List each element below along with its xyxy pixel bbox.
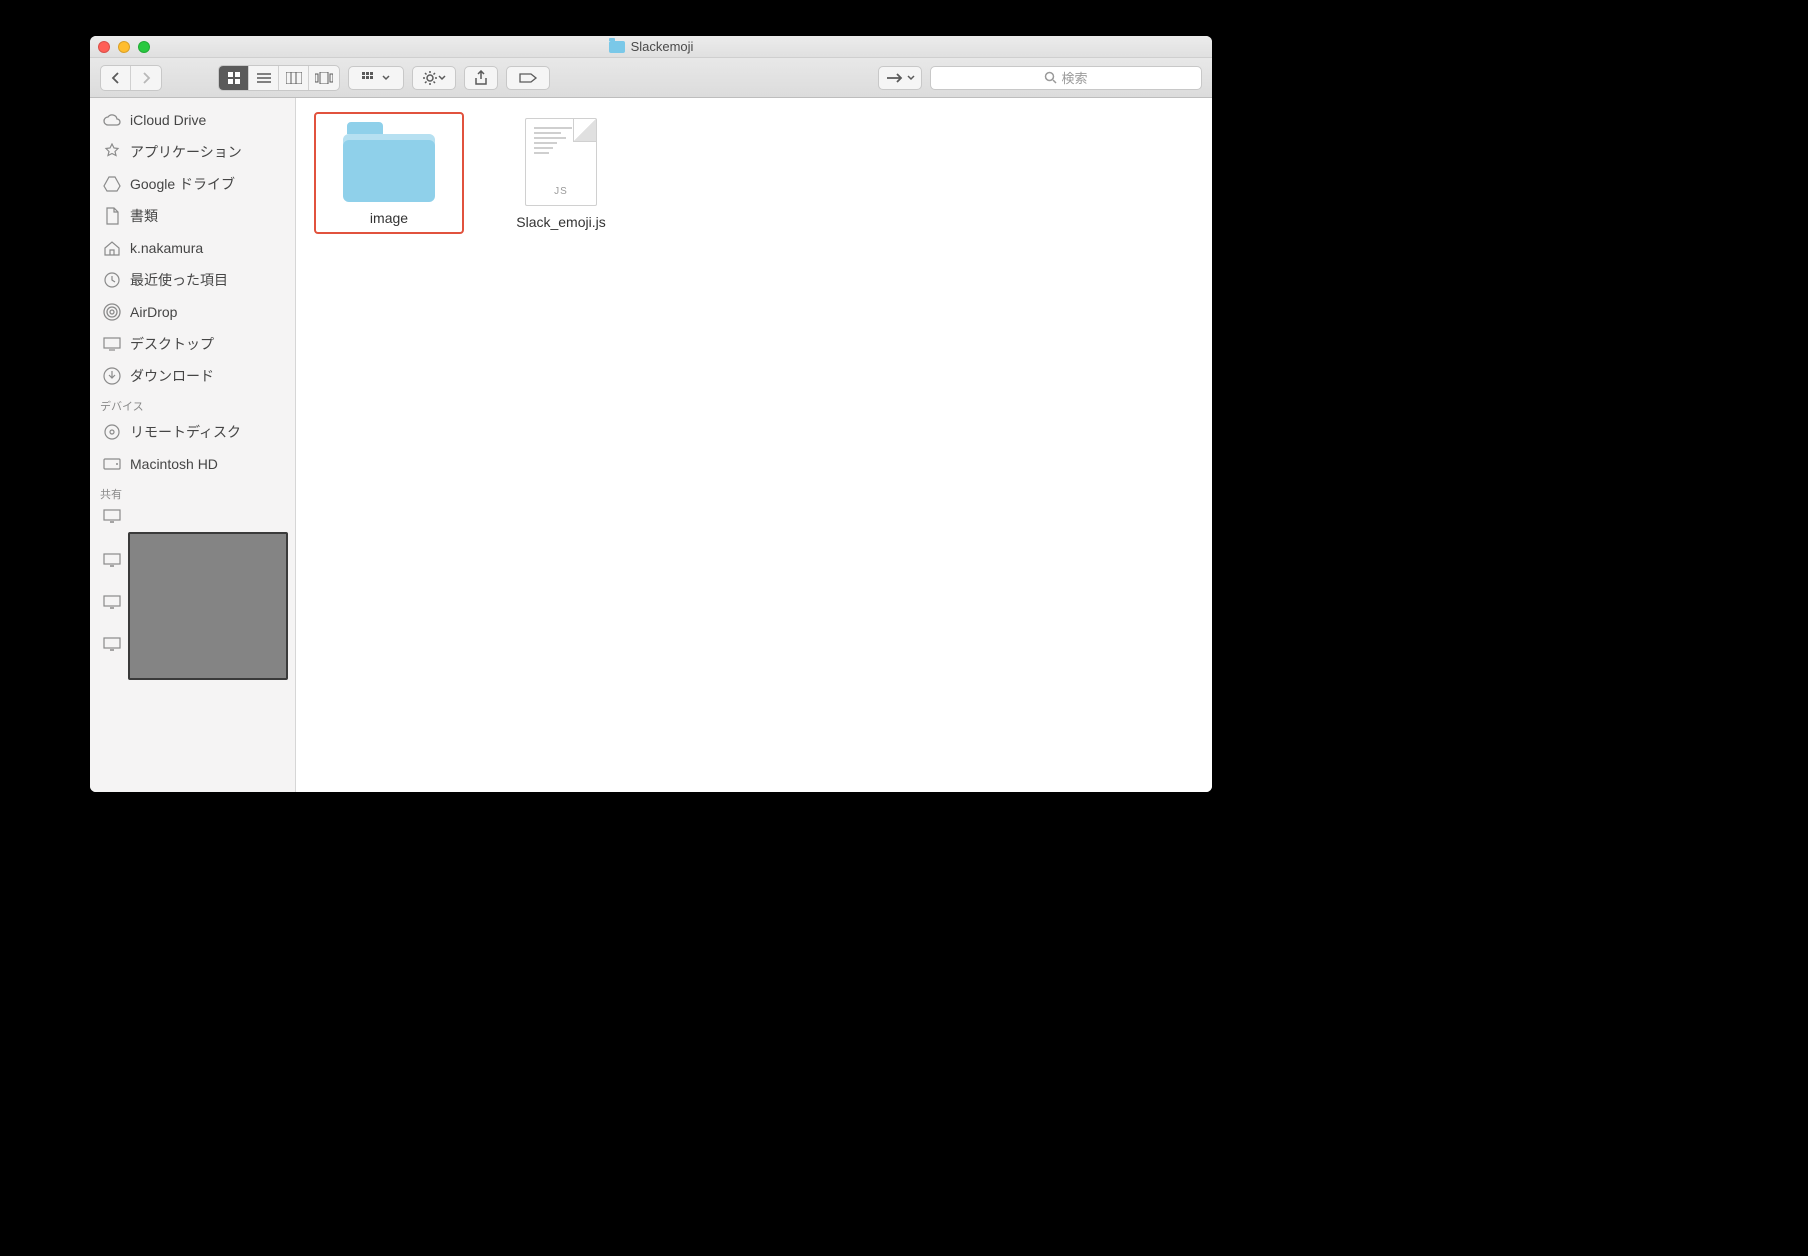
sidebar-shared-item[interactable]: [90, 548, 295, 572]
sidebar-header-devices: デバイス: [90, 392, 295, 416]
window-title: Slackemoji: [631, 39, 694, 54]
dropbox-button[interactable]: [878, 66, 922, 90]
sidebar-label: デスクトップ: [130, 334, 214, 354]
sidebar: iCloud Drive アプリケーション Google ドライブ 書類 k.n…: [90, 98, 296, 792]
sidebar-label: 書類: [130, 206, 158, 226]
sidebar-item-remote-disc[interactable]: リモートディスク: [90, 416, 295, 448]
forward-button[interactable]: [131, 66, 161, 90]
sidebar-label: 最近使った項目: [130, 270, 228, 290]
folder-item[interactable]: image: [314, 112, 464, 234]
download-icon: [102, 366, 122, 386]
search-field[interactable]: 検索: [930, 66, 1202, 90]
icon-view-button[interactable]: [219, 66, 249, 90]
column-view-button[interactable]: [279, 66, 309, 90]
js-file-icon: JS: [525, 118, 597, 206]
sidebar-label: Google ドライブ: [130, 174, 235, 194]
sidebar-item-desktop[interactable]: デスクトップ: [90, 328, 295, 360]
sidebar-item-applications[interactable]: アプリケーション: [90, 136, 295, 168]
body: iCloud Drive アプリケーション Google ドライブ 書類 k.n…: [90, 98, 1212, 792]
monitor-icon: [102, 506, 122, 526]
file-item[interactable]: JS Slack_emoji.js: [486, 112, 636, 236]
clock-icon: [102, 270, 122, 290]
airdrop-icon: [102, 302, 122, 322]
doc-icon: [102, 206, 122, 226]
gear-icon: [422, 70, 438, 86]
sidebar-label: k.nakamura: [130, 240, 203, 256]
back-button[interactable]: [101, 66, 131, 90]
chevron-down-icon: [382, 75, 390, 81]
titlebar[interactable]: Slackemoji: [90, 36, 1212, 58]
sidebar-shared-item[interactable]: [90, 504, 295, 528]
sidebar-item-macintosh-hd[interactable]: Macintosh HD: [90, 448, 295, 480]
folder-icon: [343, 134, 435, 202]
apps-icon: [102, 142, 122, 162]
title-center: Slackemoji: [90, 39, 1212, 54]
sidebar-label: ダウンロード: [130, 366, 214, 386]
sidebar-label: Macintosh HD: [130, 456, 218, 472]
sidebar-label: リモートディスク: [130, 422, 241, 442]
disc-icon: [102, 422, 122, 442]
sidebar-item-home[interactable]: k.nakamura: [90, 232, 295, 264]
sidebar-item-icloud[interactable]: iCloud Drive: [90, 104, 295, 136]
home-icon: [102, 238, 122, 258]
sidebar-item-recents[interactable]: 最近使った項目: [90, 264, 295, 296]
sidebar-item-airdrop[interactable]: AirDrop: [90, 296, 295, 328]
share-button[interactable]: [464, 66, 498, 90]
hdd-icon: [102, 454, 122, 474]
sidebar-header-shared: 共有: [90, 480, 295, 504]
sidebar-label: iCloud Drive: [130, 112, 206, 128]
chevron-down-icon: [438, 75, 446, 81]
chevron-down-icon: [907, 75, 915, 81]
gdrive-icon: [102, 174, 122, 194]
list-view-button[interactable]: [249, 66, 279, 90]
item-label: Slack_emoji.js: [516, 214, 605, 230]
file-badge: JS: [526, 186, 596, 197]
sidebar-label: アプリケーション: [130, 142, 242, 162]
desktop-icon: [102, 334, 122, 354]
sidebar-label: AirDrop: [130, 304, 177, 320]
toolbar: 検索: [90, 58, 1212, 98]
sidebar-item-gdrive[interactable]: Google ドライブ: [90, 168, 295, 200]
monitor-icon: [102, 550, 122, 570]
item-label: image: [370, 210, 408, 226]
tag-icon: [518, 72, 538, 84]
tags-button[interactable]: [506, 66, 550, 90]
sidebar-shared-item[interactable]: [90, 590, 295, 614]
cloud-icon: [102, 110, 122, 130]
coverflow-view-button[interactable]: [309, 66, 339, 90]
action-button[interactable]: [412, 66, 456, 90]
finder-window: Slackemoji: [90, 36, 1212, 792]
nav-buttons: [100, 65, 162, 91]
monitor-icon: [102, 592, 122, 612]
sidebar-item-downloads[interactable]: ダウンロード: [90, 360, 295, 392]
items-area[interactable]: image JS Slack_emoji.js: [296, 98, 1212, 792]
arrange-button[interactable]: [348, 66, 404, 90]
view-mode: [218, 65, 340, 91]
sidebar-shared-item[interactable]: [90, 632, 295, 656]
monitor-icon: [102, 634, 122, 654]
sidebar-item-documents[interactable]: 書類: [90, 200, 295, 232]
share-icon: [474, 70, 488, 86]
search-icon: [1044, 71, 1057, 84]
search-placeholder: 検索: [1061, 68, 1087, 87]
folder-icon: [609, 41, 625, 53]
